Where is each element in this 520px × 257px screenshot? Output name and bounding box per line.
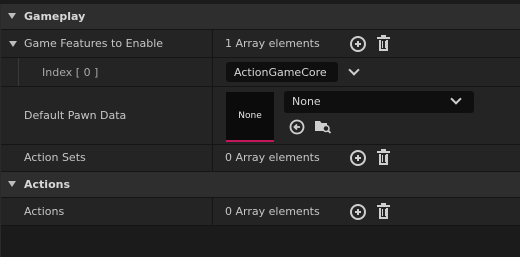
chevron-down-icon[interactable] — [348, 64, 360, 76]
array-count: 0 Array elements — [225, 205, 320, 218]
index-0-value: ActionGameCore — [234, 66, 327, 79]
browse-icon[interactable] — [314, 118, 332, 134]
panel-edge — [0, 4, 1, 257]
property-label: Action Sets — [24, 151, 86, 164]
category-actions[interactable]: Actions — [0, 172, 520, 198]
add-icon[interactable] — [350, 150, 366, 166]
column-divider — [212, 145, 213, 171]
trash-icon[interactable] — [376, 149, 392, 166]
indent-guide — [18, 58, 19, 86]
add-icon[interactable] — [350, 204, 366, 220]
add-icon[interactable] — [350, 36, 366, 52]
property-label: Actions — [24, 205, 65, 218]
property-row-index-0: Index [ 0 ] ActionGameCore — [0, 58, 520, 87]
array-count: 0 Array elements — [225, 151, 320, 164]
asset-thumbnail[interactable]: None — [226, 92, 274, 142]
column-divider — [212, 198, 213, 225]
category-gameplay[interactable]: Gameplay — [0, 4, 520, 30]
trash-icon[interactable] — [376, 203, 392, 220]
property-row-actions: Actions 0 Array elements — [0, 198, 520, 226]
collapse-arrow-icon[interactable] — [8, 181, 16, 187]
property-row-action-sets: Action Sets 0 Array elements — [0, 145, 520, 172]
index-label: Index [ 0 ] — [42, 66, 99, 79]
property-label: Default Pawn Data — [24, 109, 127, 122]
expand-arrow-icon[interactable] — [9, 41, 17, 47]
collapse-arrow-icon[interactable] — [8, 13, 16, 19]
thumbnail-label: None — [238, 111, 262, 121]
pawn-data-value: None — [292, 95, 321, 108]
trash-icon[interactable] — [376, 35, 392, 52]
property-label: Game Features to Enable — [24, 37, 164, 50]
pawn-data-picker[interactable]: None — [284, 91, 474, 113]
category-title: Gameplay — [24, 10, 86, 23]
column-divider — [212, 30, 213, 57]
details-panel: Gameplay Game Features to Enable 1 Array… — [0, 0, 520, 257]
column-divider — [212, 58, 213, 86]
array-count: 1 Array elements — [225, 37, 320, 50]
chevron-down-icon[interactable] — [450, 93, 462, 105]
column-divider — [212, 87, 213, 144]
category-title: Actions — [24, 178, 70, 191]
index-0-value-field[interactable]: ActionGameCore — [226, 62, 338, 82]
property-row-game-features: Game Features to Enable 1 Array elements — [0, 30, 520, 58]
use-selected-icon[interactable] — [289, 119, 305, 135]
